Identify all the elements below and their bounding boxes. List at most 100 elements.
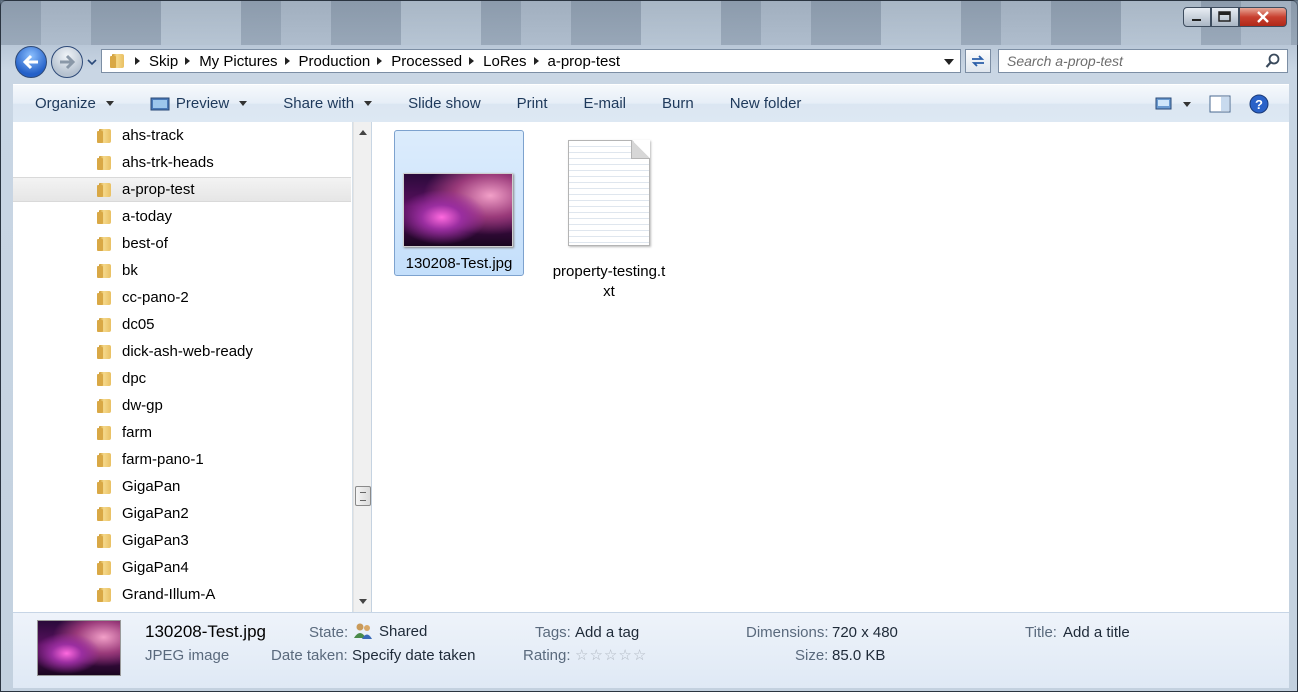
star-icon[interactable]: ☆ xyxy=(589,646,603,664)
nav-item-gigapan3[interactable]: GigaPan3 xyxy=(13,528,351,553)
nav-item-dpc[interactable]: dpc xyxy=(13,366,351,391)
scroll-thumb[interactable] xyxy=(355,486,371,506)
tags-value[interactable]: Add a tag xyxy=(575,624,639,641)
folder-icon xyxy=(97,290,113,305)
minimize-button[interactable] xyxy=(1183,7,1211,27)
title-value[interactable]: Add a title xyxy=(1063,624,1130,641)
nav-item-gigapan[interactable]: GigaPan xyxy=(13,474,351,499)
nav-item-label: dc05 xyxy=(122,316,155,333)
forward-button[interactable] xyxy=(51,46,83,78)
date-taken-value[interactable]: Specify date taken xyxy=(352,647,475,664)
svg-text:?: ? xyxy=(1255,97,1263,112)
back-button[interactable] xyxy=(15,46,47,78)
breadcrumb-production[interactable]: Production xyxy=(293,53,375,70)
search-input[interactable]: Search a-prop-test xyxy=(998,49,1288,73)
maximize-button[interactable] xyxy=(1211,7,1239,27)
breadcrumb-separator-icon[interactable] xyxy=(533,57,539,65)
breadcrumb-separator-icon[interactable] xyxy=(185,57,191,65)
nav-item-gigapan4[interactable]: GigaPan4 xyxy=(13,555,351,580)
title-label: Title: xyxy=(1025,624,1057,641)
slide-show-label: Slide show xyxy=(408,95,481,112)
nav-item-label: ahs-trk-heads xyxy=(122,154,214,171)
breadcrumb-my-pictures[interactable]: My Pictures xyxy=(193,53,281,70)
file-name-line-2: xt xyxy=(603,283,615,300)
nav-item-label: dw-gp xyxy=(122,397,163,414)
close-button[interactable] xyxy=(1239,7,1287,27)
file-name: 130208-Test.jpg xyxy=(405,255,513,272)
file-item-property-testing-txt[interactable]: property-testing.t xt xyxy=(544,130,674,300)
refresh-button[interactable] xyxy=(965,49,991,73)
breadcrumb-skip[interactable]: Skip xyxy=(143,53,182,70)
shared-users-icon xyxy=(354,623,372,639)
file-item-130208-test-jpg[interactable]: 130208-Test.jpg xyxy=(394,130,524,276)
nav-item-a-prop-test[interactable]: a-prop-test xyxy=(13,177,351,202)
breadcrumb-separator-icon[interactable] xyxy=(135,57,140,65)
preview-pane-icon[interactable] xyxy=(1209,95,1231,113)
navigation-scrollbar[interactable] xyxy=(353,122,371,612)
nav-item-dick-ash-web-ready[interactable]: dick-ash-web-ready xyxy=(13,339,351,364)
burn-button[interactable]: Burn xyxy=(644,95,712,112)
state-value[interactable]: Shared xyxy=(353,622,427,640)
recent-pages-dropdown-icon[interactable] xyxy=(87,57,97,67)
nav-item-a-today[interactable]: a-today xyxy=(13,204,351,229)
folder-icon xyxy=(97,506,113,521)
help-icon[interactable]: ? xyxy=(1249,94,1269,114)
print-button[interactable]: Print xyxy=(499,95,566,112)
nav-item-farm-pano-1[interactable]: farm-pano-1 xyxy=(13,447,351,472)
star-icon[interactable]: ☆ xyxy=(633,646,647,664)
nav-item-grand-illum-a[interactable]: Grand-Illum-A xyxy=(13,582,351,607)
new-folder-button[interactable]: New folder xyxy=(712,95,820,112)
address-dropdown-icon[interactable] xyxy=(944,59,954,65)
breadcrumb-lores[interactable]: LoRes xyxy=(477,53,530,70)
organize-button[interactable]: Organize xyxy=(13,95,132,112)
rating-stars[interactable]: ☆☆☆☆☆ xyxy=(575,646,647,664)
nav-item-label: farm xyxy=(122,424,152,441)
folder-icon xyxy=(97,560,113,575)
details-filename: 130208-Test.jpg xyxy=(145,622,266,641)
rating-label: Rating: xyxy=(523,647,571,664)
star-icon[interactable]: ☆ xyxy=(575,646,589,664)
change-view-button[interactable] xyxy=(1155,97,1191,111)
folder-icon xyxy=(97,425,113,440)
scroll-down-icon[interactable] xyxy=(359,599,367,604)
nav-item-ahs-trk-heads[interactable]: ahs-trk-heads xyxy=(13,150,351,175)
star-icon[interactable]: ☆ xyxy=(604,646,618,664)
folder-icon xyxy=(97,587,113,602)
nav-item-ahs-track[interactable]: ahs-track xyxy=(13,123,351,148)
minimize-icon xyxy=(1192,19,1201,21)
nav-item-cc-pano-2[interactable]: cc-pano-2 xyxy=(13,285,351,310)
nav-item-farm[interactable]: farm xyxy=(13,420,351,445)
nav-item-dw-gp[interactable]: dw-gp xyxy=(13,393,351,418)
nav-item-gigapan2[interactable]: GigaPan2 xyxy=(13,501,351,526)
breadcrumb-separator-icon[interactable] xyxy=(469,57,475,65)
text-document-icon xyxy=(568,140,650,246)
refresh-icon xyxy=(971,55,985,67)
address-bar[interactable]: Skip My Pictures Production Processed Lo… xyxy=(101,49,961,73)
share-with-button[interactable]: Share with xyxy=(265,95,390,112)
slide-show-button[interactable]: Slide show xyxy=(390,95,499,112)
preview-button[interactable]: Preview xyxy=(132,95,265,112)
background-window-strip xyxy=(1,1,1298,45)
nav-item-label: best-of xyxy=(122,235,168,252)
breadcrumb-separator-icon[interactable] xyxy=(377,57,383,65)
nav-item-best-of[interactable]: best-of xyxy=(13,231,351,256)
breadcrumb-separator-icon[interactable] xyxy=(284,57,290,65)
star-icon[interactable]: ☆ xyxy=(618,646,632,664)
folder-icon xyxy=(97,479,113,494)
email-button[interactable]: E-mail xyxy=(566,95,645,112)
nav-item-label: GigaPan4 xyxy=(122,559,189,576)
state-value-text: Shared xyxy=(379,622,428,640)
nav-item-bk[interactable]: bk xyxy=(13,258,351,283)
folder-icon xyxy=(97,533,113,548)
scroll-up-icon[interactable] xyxy=(359,130,367,135)
nav-item-dc05[interactable]: dc05 xyxy=(13,312,351,337)
folder-icon xyxy=(97,317,113,332)
breadcrumb-processed[interactable]: Processed xyxy=(385,53,466,70)
breadcrumb-a-prop-test[interactable]: a-prop-test xyxy=(542,53,625,70)
file-name-line-1: property-testing.t xyxy=(552,263,666,280)
search-icon[interactable] xyxy=(1265,53,1281,69)
search-placeholder: Search a-prop-test xyxy=(1007,53,1123,69)
folder-icon xyxy=(97,209,113,224)
nav-item-label: farm-pano-1 xyxy=(122,451,204,468)
forward-arrow-icon xyxy=(60,54,76,70)
